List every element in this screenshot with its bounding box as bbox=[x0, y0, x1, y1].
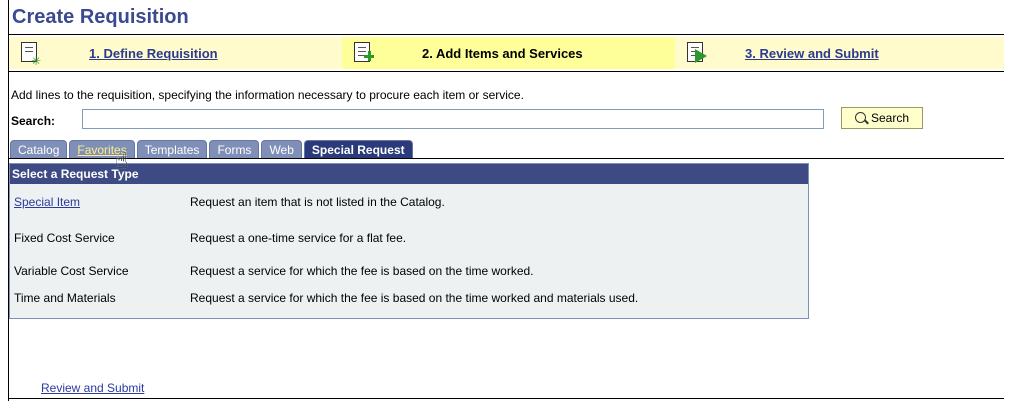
doc-arrow-icon bbox=[685, 41, 707, 65]
request-description: Request an item that is not listed in th… bbox=[190, 195, 445, 209]
search-input[interactable] bbox=[82, 109, 824, 129]
time-and-materials: Time and Materials bbox=[14, 291, 116, 305]
divider bbox=[9, 71, 1004, 72]
divider bbox=[9, 158, 1004, 159]
step-navigation: ✳ 1. Define Requisition 2. Add Items and… bbox=[9, 37, 1004, 69]
tab-bar: Catalog Favorites Templates Forms Web Sp… bbox=[10, 140, 415, 159]
instructions-text: Add lines to the requisition, specifying… bbox=[11, 88, 524, 102]
request-description: Request a service for which the fee is b… bbox=[190, 264, 534, 278]
doc-star-icon: ✳ bbox=[19, 41, 41, 68]
step-3-link[interactable]: 3. Review and Submit bbox=[745, 46, 879, 61]
review-and-submit-link[interactable]: Review and Submit bbox=[41, 381, 144, 395]
request-row: Time and Materials Request a service for… bbox=[14, 291, 638, 307]
search-button[interactable]: Search bbox=[841, 107, 923, 129]
divider bbox=[9, 398, 1004, 399]
request-row: Variable Cost Service Request a service … bbox=[14, 264, 534, 280]
step-2-label: 2. Add Items and Services bbox=[422, 45, 583, 61]
request-row: Special Item Request an item that is not… bbox=[14, 195, 445, 211]
tab-special-request[interactable]: Special Request bbox=[303, 140, 413, 159]
fixed-cost-service: Fixed Cost Service bbox=[14, 231, 115, 245]
doc-plus-icon bbox=[352, 41, 374, 65]
step-define-requisition[interactable]: ✳ 1. Define Requisition bbox=[9, 37, 342, 69]
step-review-submit[interactable]: 3. Review and Submit bbox=[675, 37, 1004, 69]
request-type-panel: Select a Request Type Special Item Reque… bbox=[9, 163, 809, 319]
page-title: Create Requisition bbox=[12, 6, 189, 28]
special-item-link[interactable]: Special Item bbox=[14, 195, 190, 211]
search-button-label: Search bbox=[870, 111, 910, 125]
request-description: Request a service for which the fee is b… bbox=[190, 291, 639, 305]
tab-web[interactable]: Web bbox=[261, 140, 302, 159]
request-row: Fixed Cost Service Request a one-time se… bbox=[14, 231, 406, 247]
request-type-header: Select a Request Type bbox=[10, 164, 808, 184]
variable-cost-service: Variable Cost Service bbox=[14, 264, 129, 278]
tab-catalog[interactable]: Catalog bbox=[10, 140, 68, 159]
step-add-items: 2. Add Items and Services bbox=[342, 37, 675, 69]
search-label: Search: bbox=[11, 114, 56, 128]
divider bbox=[9, 34, 1004, 35]
tab-forms[interactable]: Forms bbox=[209, 140, 260, 159]
tab-templates[interactable]: Templates bbox=[136, 140, 208, 159]
step-1-link[interactable]: 1. Define Requisition bbox=[89, 46, 218, 61]
request-description: Request a one-time service for a flat fe… bbox=[190, 231, 407, 245]
hand-cursor-icon: ☝ bbox=[115, 148, 129, 173]
search-icon bbox=[854, 111, 866, 123]
